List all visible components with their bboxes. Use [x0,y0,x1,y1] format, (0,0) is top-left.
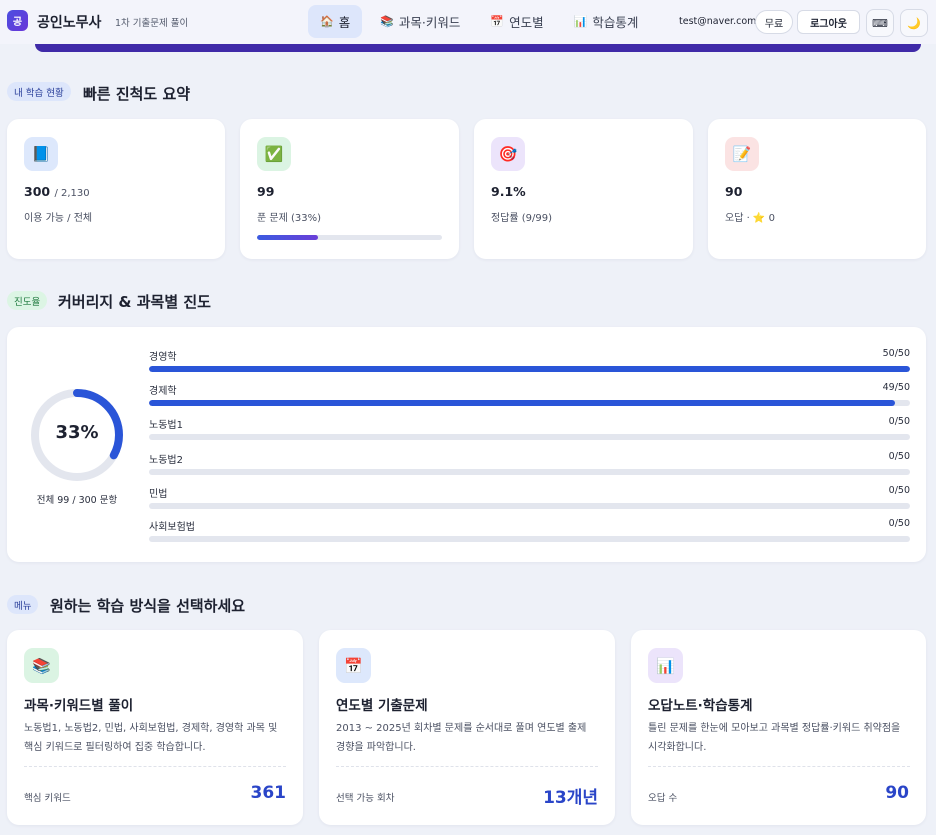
divider [24,766,286,767]
menu-card-title: 과목·키워드별 풀이 [24,698,134,714]
subject-name: 경영학 [149,352,177,363]
coverage-ring: 33% [27,385,127,485]
stat-card-available: 📘 300 / 2,130 이용 가능 / 전체 [7,119,225,259]
hero-banner-edge [35,44,921,52]
books-icon: 📚 [24,648,59,683]
nav-home[interactable]: 🏠 홈 [308,5,363,38]
solved-progress-bar [257,235,442,240]
subject-progress-bar [149,469,910,475]
menu-card-value: 13개년 [543,788,598,808]
menu-card-desc: 2013 ~ 2025년 회차별 문제를 순서대로 풀며 연도별 출제 경향을 … [336,723,587,753]
nav-subject-keyword[interactable]: 📚 과목·키워드 [368,5,472,38]
menu-card-value: 361 [250,783,287,803]
section-chip-progress: 진도율 [7,291,48,310]
stat-value: 90 [725,184,743,199]
subject-name: 경제학 [149,386,177,397]
main-nav: 🏠 홈 📚 과목·키워드 📅 연도별 📊 학습통계 [308,5,650,38]
menu-card-by-year[interactable]: 📅 연도별 기출문제 2013 ~ 2025년 회차별 문제를 순서대로 풀며 … [319,630,615,825]
subject-count: 0/50 [888,485,910,496]
menu-card-title: 연도별 기출문제 [336,698,428,714]
keyboard-shortcuts-button[interactable]: ⌨ [866,9,894,37]
stat-desc: 이용 가능 / 전체 [24,213,93,224]
logout-button[interactable]: 로그아웃 [797,10,860,34]
section-title-menu: 원하는 학습 방식을 선택하세요 [50,597,246,615]
stat-desc: 푼 문제 (33%) [257,213,321,224]
nav-by-year-label: 연도별 [509,15,544,30]
subject-name: 사회보험법 [149,522,195,533]
subject-count: 50/50 [882,348,910,359]
coverage-card: 33% 전체 99 / 300 문항 경영학 50/50 경제학 49/50 노… [7,327,926,562]
subject-progress-bar [149,434,910,440]
top-header: 공 공인노무사 1차 기출문제 풀이 🏠 홈 📚 과목·키워드 📅 연도별 📊 … [0,0,936,44]
subject-row: 노동법2 0/50 [149,451,910,481]
menu-card-subject-keyword[interactable]: 📚 과목·키워드별 풀이 노동법1, 노동법2, 민법, 사회보험법, 경제학,… [7,630,303,825]
subject-row: 사회보험법 0/50 [149,518,910,548]
menu-card-value: 90 [885,783,909,803]
stat-desc: 오답 · ⭐ 0 [725,213,775,224]
subject-count: 0/50 [888,518,910,529]
section-title-summary: 빠른 진척도 요약 [83,85,191,103]
subject-count: 0/50 [888,416,910,427]
subject-row: 노동법1 0/50 [149,416,910,446]
nav-by-year[interactable]: 📅 연도별 [478,5,555,38]
stat-desc: 정답률 (9/99) [491,213,553,224]
nav-subject-keyword-label: 과목·키워드 [398,15,461,30]
stat-card-wrong: 📝 90 오답 · ⭐ 0 [708,119,926,259]
user-email: test@naver.com [679,16,757,27]
chart-icon: 📊 [648,648,683,683]
calendar-icon: 📅 [336,648,371,683]
menu-card-label: 선택 가능 회차 [336,793,395,804]
menu-card-label: 핵심 키워드 [24,793,71,804]
stat-value: 99 [257,184,275,199]
memo-icon: 📝 [725,137,759,171]
divider [336,766,598,767]
chart-icon: 📊 [573,15,588,28]
keyboard-icon: ⌨ [872,16,888,30]
subject-row: 경영학 50/50 [149,348,910,378]
subject-row: 경제학 49/50 [149,382,910,412]
section-chip-menu: 메뉴 [7,595,39,614]
menu-card-wrong-notes-stats[interactable]: 📊 오답노트·학습통계 틀린 문제를 한눈에 모아보고 과목별 정답률·키워드 … [631,630,926,825]
nav-stats-label: 학습통계 [592,15,639,30]
coverage-caption: 전체 99 / 300 문항 [36,495,118,506]
calendar-icon: 📅 [490,15,505,28]
app-logo[interactable]: 공 [7,10,28,31]
subject-progress-bar [149,503,910,509]
moon-icon: 🌙 [907,16,921,30]
menu-card-desc: 노동법1, 노동법2, 민법, 사회보험법, 경제학, 경영학 과목 및 핵심 … [24,723,278,753]
stat-value: 300 / 2,130 [24,184,90,199]
plan-badge: 무료 [755,10,793,34]
menu-card-desc: 틀린 문제를 한눈에 모아보고 과목별 정답률·키워드 취약점을 시각화합니다. [648,723,901,753]
subject-count: 0/50 [888,451,910,462]
checkmark-icon: ✅ [257,137,291,171]
menu-card-label: 오답 수 [648,793,678,804]
divider [648,766,910,767]
nav-stats[interactable]: 📊 학습통계 [562,5,651,38]
subject-progress-bar [149,536,910,542]
stat-value: 9.1% [491,184,526,199]
subject-row: 민법 0/50 [149,485,910,515]
target-icon: 🎯 [491,137,525,171]
stat-card-solved: ✅ 99 푼 문제 (33%) [240,119,459,259]
coverage-percent: 33% [55,422,99,443]
subject-progress-bar [149,400,910,406]
home-icon: 🏠 [320,15,334,28]
subject-name: 노동법2 [149,455,183,466]
nav-home-label: 홈 [338,15,351,30]
section-chip-status: 내 학습 현황 [7,82,71,101]
subject-progress-bar [149,366,910,372]
app-title[interactable]: 공인노무사 [37,12,101,32]
subject-count: 49/50 [882,382,910,393]
book-icon: 📘 [24,137,58,171]
books-icon: 📚 [380,15,394,28]
subject-name: 노동법1 [149,420,183,431]
app-subtitle: 1차 기출문제 풀이 [115,18,189,29]
theme-toggle-button[interactable]: 🌙 [900,9,928,37]
section-title-coverage: 커버리지 & 과목별 진도 [58,293,211,311]
menu-card-title: 오답노트·학습통계 [648,698,753,714]
subject-name: 민법 [149,489,168,500]
stat-card-accuracy: 🎯 9.1% 정답률 (9/99) [474,119,693,259]
